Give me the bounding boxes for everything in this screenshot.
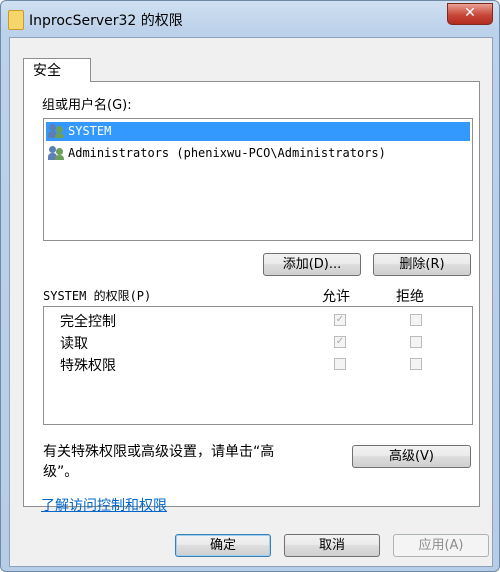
- list-item-system[interactable]: SYSTEM: [46, 122, 470, 141]
- advanced-note-line2: 级”。: [43, 464, 79, 480]
- permission-name: 读取: [60, 336, 88, 352]
- permission-name: 完全控制: [60, 314, 116, 330]
- dialog-body: 安全 组或用户名(G): SYSTEM Administrators (phen…: [9, 37, 493, 567]
- deny-header: 拒绝: [396, 289, 424, 305]
- remove-button[interactable]: 删除(R): [373, 253, 471, 276]
- permission-row-read: 读取 ✓: [44, 331, 472, 353]
- permission-row-special: 特殊权限: [44, 353, 472, 375]
- list-item-label: SYSTEM: [68, 124, 112, 138]
- users-icon: [48, 124, 64, 138]
- security-panel: 组或用户名(G): SYSTEM Administrators (phenixw…: [23, 81, 480, 507]
- advanced-button[interactable]: 高级(V): [352, 445, 471, 468]
- user-list[interactable]: SYSTEM Administrators (phenixwu-PCO\Admi…: [43, 118, 473, 241]
- group-label: 组或用户名(G):: [42, 98, 132, 113]
- folder-icon: [8, 10, 24, 30]
- allow-header: 允许: [322, 289, 350, 305]
- advanced-note-line1: 有关特殊权限或高级设置，请单击“高: [43, 444, 275, 460]
- permission-list: 完全控制 ✓ 读取 ✓ 特殊权限: [43, 306, 473, 425]
- permission-name: 特殊权限: [60, 358, 116, 374]
- list-item-label: Administrators (phenixwu-PCO\Administrat…: [68, 146, 386, 160]
- list-item-administrators[interactable]: Administrators (phenixwu-PCO\Administrat…: [46, 144, 470, 163]
- deny-checkbox: [410, 358, 422, 370]
- allow-checkbox: ✓: [334, 336, 346, 348]
- window-title: InprocServer32 的权限: [29, 13, 183, 29]
- deny-checkbox: [410, 314, 422, 326]
- users-icon: [48, 146, 64, 160]
- allow-checkbox: [334, 358, 346, 370]
- tab-security[interactable]: 安全: [23, 58, 91, 82]
- permissions-label: SYSTEM 的权限(P): [43, 289, 152, 303]
- close-button[interactable]: ✕: [447, 3, 493, 25]
- ok-button[interactable]: 确定: [175, 534, 271, 557]
- add-button[interactable]: 添加(D)...: [263, 253, 361, 276]
- access-control-link[interactable]: 了解访问控制和权限: [41, 495, 167, 515]
- apply-button[interactable]: 应用(A): [393, 534, 489, 557]
- title-bar[interactable]: InprocServer32 的权限 ✕: [1, 1, 499, 37]
- permissions-dialog: InprocServer32 的权限 ✕ 安全 组或用户名(G): SYSTEM…: [0, 0, 500, 572]
- permission-row-full-control: 完全控制 ✓: [44, 309, 472, 331]
- cancel-button[interactable]: 取消: [284, 534, 380, 557]
- deny-checkbox: [410, 336, 422, 348]
- allow-checkbox: ✓: [334, 314, 346, 326]
